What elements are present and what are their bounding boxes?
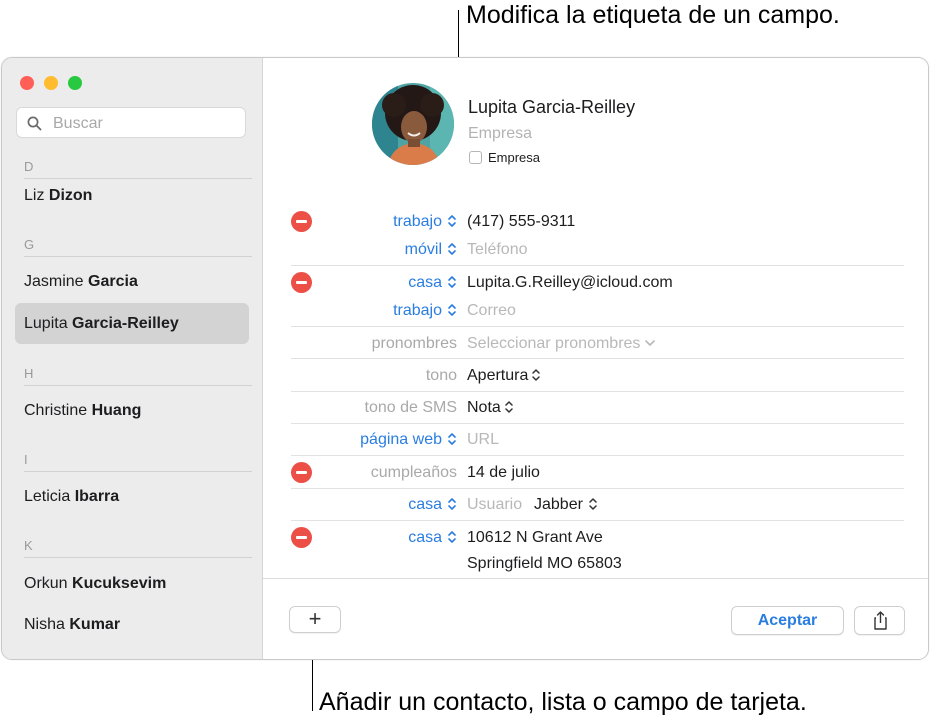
field-divider [291, 455, 904, 456]
section-divider [24, 557, 252, 558]
section-divider [24, 471, 252, 472]
search-icon [27, 116, 42, 131]
avatar[interactable] [372, 83, 454, 165]
delete-field-button[interactable] [291, 462, 312, 483]
delete-field-button[interactable] [291, 272, 312, 293]
im-service-select[interactable]: Jabber [534, 496, 598, 514]
url-field[interactable]: URL [467, 431, 499, 449]
chevron-down-icon [645, 340, 656, 347]
section-divider [24, 256, 252, 257]
birthday-value[interactable]: 14 de julio [467, 464, 540, 482]
section-divider [24, 178, 252, 179]
pronouns-label: pronombres [371, 335, 457, 352]
im-user-field[interactable]: Usuario [467, 496, 522, 514]
field-label-dropdown[interactable]: casa [408, 274, 457, 292]
zoom-button[interactable] [68, 76, 82, 90]
section-header-k: K [24, 538, 33, 553]
texttone-select[interactable]: Nota [467, 399, 514, 417]
field-divider [291, 265, 904, 266]
updown-chevron-icon [448, 243, 456, 255]
section-header-h: H [24, 366, 34, 381]
pronouns-select[interactable]: Seleccionar pronombres [467, 335, 656, 353]
field-label-dropdown[interactable]: casa [408, 496, 457, 514]
callout-edit-label: Modifica la etiqueta de un campo. [466, 1, 840, 29]
updown-chevron-icon [448, 304, 456, 316]
sidebar: Buscar D Liz Dizon G Jasmine Garcia Lupi… [2, 58, 263, 659]
updown-chevron-icon [448, 215, 456, 227]
contact-item[interactable]: Leticia Ibarra [24, 488, 119, 506]
updown-chevron-icon [448, 531, 456, 543]
updown-chevron-icon [448, 433, 456, 445]
birthday-label: cumpleaños [370, 464, 457, 481]
add-button[interactable]: + [289, 606, 341, 633]
updown-chevron-icon [589, 498, 597, 510]
contact-item[interactable]: Nisha Kumar [24, 616, 120, 634]
contact-item[interactable]: Liz Dizon [24, 187, 92, 205]
address-line1[interactable]: 10612 N Grant Ave [467, 529, 603, 547]
field-divider [291, 488, 904, 489]
updown-chevron-icon [448, 498, 456, 510]
share-icon [874, 611, 887, 630]
contact-card: Lupita Garcia-Reilley Empresa Empresa tr… [263, 58, 928, 659]
contact-photo [372, 83, 454, 165]
email-value[interactable]: Lupita.G.Reilley@icloud.com [467, 274, 673, 292]
field-divider [291, 423, 904, 424]
field-divider [291, 520, 904, 521]
contacts-window: Buscar D Liz Dizon G Jasmine Garcia Lupi… [1, 57, 929, 660]
delete-field-button[interactable] [291, 527, 312, 548]
minimize-button[interactable] [44, 76, 58, 90]
field-divider [291, 391, 904, 392]
search-input[interactable]: Buscar [16, 107, 246, 138]
close-button[interactable] [20, 76, 34, 90]
field-label-dropdown[interactable]: página web [360, 431, 457, 449]
search-placeholder: Buscar [53, 115, 103, 132]
phone-value[interactable]: (417) 555-9311 [467, 213, 575, 231]
field-label-dropdown[interactable]: trabajo [393, 213, 457, 231]
updown-chevron-icon [448, 276, 456, 288]
contact-item-selected[interactable]: Lupita Garcia-Reilley [24, 315, 179, 333]
phone-field[interactable]: Teléfono [467, 241, 528, 259]
footer-divider [263, 578, 928, 579]
field-divider [291, 326, 904, 327]
field-divider [291, 358, 904, 359]
updown-chevron-icon [505, 401, 513, 413]
delete-field-button[interactable] [291, 211, 312, 232]
contact-item[interactable]: Christine Huang [24, 402, 141, 420]
section-divider [24, 385, 252, 386]
accept-button[interactable]: Aceptar [731, 606, 844, 635]
field-label-dropdown[interactable]: móvil [405, 241, 457, 259]
email-field[interactable]: Correo [467, 302, 516, 320]
address-line2[interactable]: Springfield MO 65803 [467, 555, 622, 573]
contact-item[interactable]: Orkun Kucuksevim [24, 575, 166, 593]
ringtone-select[interactable]: Apertura [467, 367, 541, 385]
field-label-dropdown[interactable]: casa [408, 529, 457, 547]
company-field[interactable]: Empresa [468, 125, 532, 143]
contact-item[interactable]: Jasmine Garcia [24, 273, 138, 291]
texttone-label: tono de SMS [364, 399, 458, 416]
contact-name[interactable]: Lupita Garcia-Reilley [468, 97, 635, 118]
section-header-d: D [24, 159, 34, 174]
field-label-dropdown[interactable]: trabajo [393, 302, 457, 320]
callout-add: Añadir un contacto, lista o campo de tar… [319, 688, 807, 716]
share-button[interactable] [854, 606, 905, 635]
ringtone-label: tono [425, 367, 457, 384]
company-checkbox[interactable] [469, 151, 482, 164]
section-header-g: G [24, 237, 35, 252]
section-header-i: I [24, 452, 28, 467]
company-checkbox-label: Empresa [488, 150, 541, 165]
updown-chevron-icon [532, 369, 541, 381]
